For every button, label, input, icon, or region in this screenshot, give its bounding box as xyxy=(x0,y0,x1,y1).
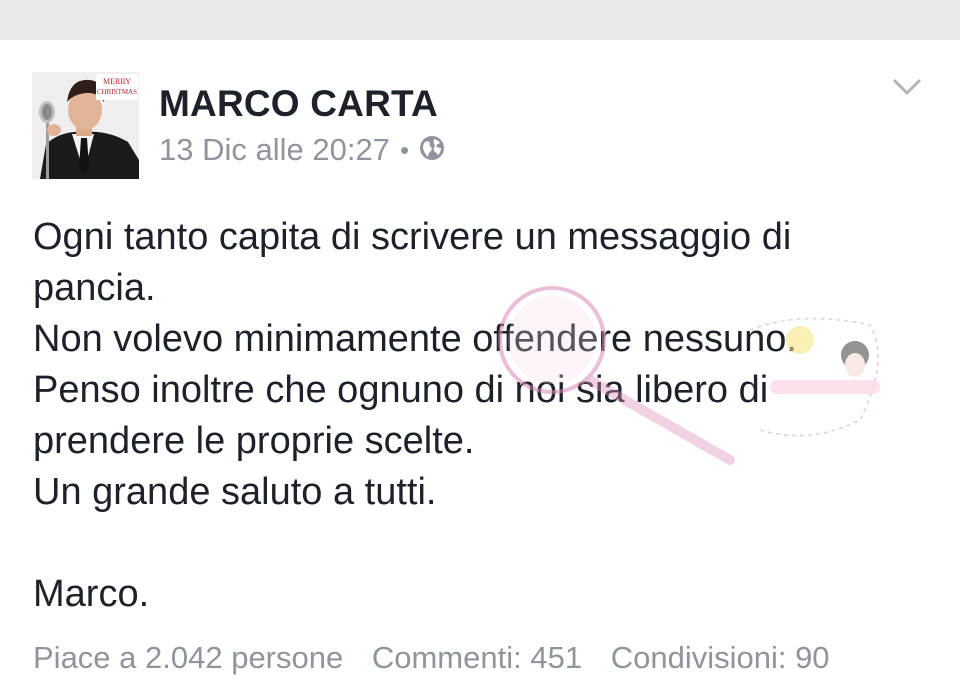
avatar-text-christmas: CHRISTMAS xyxy=(97,88,137,96)
meta-separator: • xyxy=(399,135,410,165)
shares-count[interactable]: Condivisioni: 90 xyxy=(611,640,830,675)
post-line: Penso inoltre che ognuno di noi sia libe… xyxy=(33,369,769,411)
top-strip xyxy=(0,0,960,40)
post-line: Un grande saluto a tutti. xyxy=(33,471,437,513)
globe-icon[interactable] xyxy=(419,135,445,161)
likes-count[interactable]: Piace a 2.042 persone xyxy=(33,640,343,675)
post-line: Non volevo minimamente offendere nessuno… xyxy=(33,318,797,360)
post-timestamp[interactable]: 13 Dic alle 20:27 xyxy=(159,132,390,168)
post-meta: 13 Dic alle 20:27 • xyxy=(159,132,445,168)
post-signature: Marco. xyxy=(33,573,150,615)
post-card: MERRY CHRISTMAS MARCO CARTA 13 Dic alle … xyxy=(0,40,960,692)
comments-count[interactable]: Commenti: 451 xyxy=(372,640,582,675)
author-name[interactable]: MARCO CARTA xyxy=(159,82,438,126)
post-line: prendere le proprie scelte. xyxy=(33,420,475,462)
avatar[interactable]: MERRY CHRISTMAS xyxy=(32,72,139,179)
avatar-text-merry: MERRY xyxy=(103,77,131,86)
post-line-blank xyxy=(33,518,913,569)
post-line: Ogni tanto capita di scrivere un messagg… xyxy=(33,216,792,258)
post-body: Ogni tanto capita di scrivere un messagg… xyxy=(33,212,913,620)
chevron-down-icon[interactable] xyxy=(892,76,922,98)
post-stats: Piace a 2.042 persone Commenti: 451 Cond… xyxy=(33,640,830,676)
post-line: pancia. xyxy=(33,267,156,309)
